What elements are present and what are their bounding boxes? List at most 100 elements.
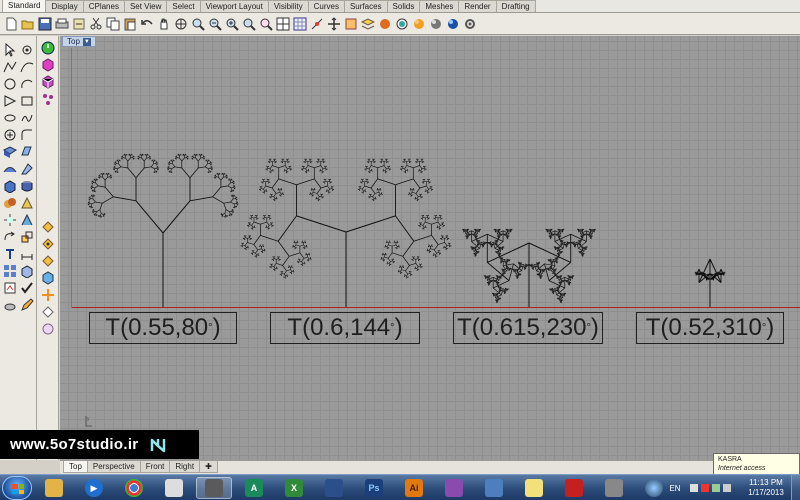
viewport-top[interactable]: T(0.55,80 °) T(0.6,144 °) T(0.615,230 °) T(…	[60, 36, 800, 460]
snap-end-icon[interactable]	[40, 219, 56, 235]
render-settings-icon[interactable]	[2, 297, 18, 313]
cube-faces-icon[interactable]	[40, 74, 56, 90]
polyline-icon[interactable]	[2, 59, 18, 75]
arc-icon[interactable]	[19, 76, 35, 92]
grid-snap-icon[interactable]	[292, 16, 308, 32]
tree-branch	[321, 170, 323, 173]
tab-render[interactable]: Render	[458, 0, 497, 12]
tree-branch	[322, 160, 325, 163]
surface-icon[interactable]	[2, 144, 18, 160]
paste-icon[interactable]	[122, 16, 138, 32]
tab-surfaces[interactable]: Surfaces	[343, 0, 388, 12]
mesh-icon[interactable]	[2, 212, 18, 228]
history-icon[interactable]	[40, 40, 56, 56]
tab-display[interactable]: Display	[45, 0, 84, 12]
boolean-union-icon[interactable]	[2, 195, 18, 211]
tree-branch	[404, 160, 407, 162]
array-icon[interactable]	[2, 263, 18, 279]
cylinder-icon[interactable]	[19, 178, 35, 194]
tab-select[interactable]: Select	[166, 0, 201, 12]
circle-icon[interactable]	[2, 76, 18, 92]
rotate-view-icon[interactable]	[173, 16, 189, 32]
snap-cen-icon[interactable]	[40, 287, 56, 303]
zoom-extents-icon[interactable]	[224, 16, 240, 32]
zoom-window-icon[interactable]	[190, 16, 206, 32]
ellipse-icon[interactable]	[2, 110, 18, 126]
snap-near-icon[interactable]	[40, 236, 56, 252]
select-arrow-icon[interactable]	[2, 42, 18, 58]
tree-branch	[91, 203, 93, 206]
copy-icon[interactable]	[105, 16, 121, 32]
scale-icon[interactable]	[19, 229, 35, 245]
polygon-icon[interactable]	[2, 93, 18, 109]
tree-branch	[141, 154, 143, 157]
new-icon[interactable]	[3, 16, 19, 32]
undo-icon[interactable]	[139, 16, 155, 32]
offset-icon[interactable]	[2, 127, 18, 143]
tree-branch	[387, 252, 393, 259]
tab-standard[interactable]: Standard	[2, 0, 47, 12]
four-views-icon[interactable]	[275, 16, 291, 32]
tree-branch	[263, 185, 266, 190]
snap-mid-icon[interactable]	[40, 270, 56, 286]
extrude-icon[interactable]	[19, 144, 35, 160]
light-icon[interactable]	[428, 16, 444, 32]
block-icon[interactable]	[19, 263, 35, 279]
check-icon[interactable]	[19, 280, 35, 296]
tree-branch	[289, 168, 291, 170]
cube-pink-icon[interactable]	[40, 57, 56, 73]
import-icon[interactable]	[71, 16, 87, 32]
tree-branch	[362, 189, 364, 192]
fillet-icon[interactable]	[19, 127, 35, 143]
options-icon[interactable]	[462, 16, 478, 32]
tree-branch	[148, 157, 150, 159]
zoom-all-icon[interactable]	[258, 16, 274, 32]
pencil-icon[interactable]	[19, 297, 35, 313]
move-icon[interactable]	[326, 16, 342, 32]
tab-drafting[interactable]: Drafting	[495, 0, 536, 12]
cut-icon[interactable]	[88, 16, 104, 32]
tab-meshes[interactable]: Meshes	[419, 0, 460, 12]
tree-branch	[267, 167, 271, 170]
sphere-icon[interactable]	[411, 16, 427, 32]
text-tool-icon[interactable]	[2, 246, 18, 262]
open-icon[interactable]	[20, 16, 36, 32]
box-icon[interactable]	[2, 178, 18, 194]
curve-icon[interactable]	[19, 59, 35, 75]
tree-branch	[92, 189, 95, 191]
snap-perp-icon[interactable]	[40, 321, 56, 337]
tab-solids[interactable]: Solids	[386, 0, 421, 12]
shade-icon[interactable]	[377, 16, 393, 32]
rotate-icon[interactable]	[2, 229, 18, 245]
render-icon[interactable]	[394, 16, 410, 32]
snap-int-icon[interactable]	[40, 304, 56, 320]
point-tool-icon[interactable]	[19, 42, 35, 58]
pan-icon[interactable]	[156, 16, 172, 32]
tree-branch	[277, 215, 297, 242]
material-icon[interactable]	[445, 16, 461, 32]
dimension-icon[interactable]	[19, 246, 35, 262]
tab-curves[interactable]: Curves	[307, 0, 345, 12]
sweep-icon[interactable]	[19, 161, 35, 177]
snap-point-icon[interactable]	[40, 253, 56, 269]
layer-icon[interactable]	[360, 16, 376, 32]
mirror-icon[interactable]	[19, 212, 35, 228]
tree-branch	[314, 165, 321, 169]
zoom-dynamic-icon[interactable]	[207, 16, 223, 32]
boolean-diff-icon[interactable]	[19, 195, 35, 211]
rectangle-icon[interactable]	[19, 93, 35, 109]
tree-branch	[422, 217, 426, 219]
tab-set-view[interactable]: Set View	[123, 0, 168, 12]
loft-icon[interactable]	[2, 161, 18, 177]
save-icon[interactable]	[37, 16, 53, 32]
tab-visibility[interactable]: Visibility	[267, 0, 309, 12]
object-properties-icon[interactable]	[343, 16, 359, 32]
analyze-icon[interactable]	[2, 280, 18, 296]
point-icon[interactable]	[309, 16, 325, 32]
tab-viewport-layout[interactable]: Viewport Layout	[199, 0, 269, 12]
free-form-icon[interactable]	[19, 110, 35, 126]
network-icon[interactable]	[40, 91, 56, 107]
tab-cplanes[interactable]: CPlanes	[82, 0, 125, 12]
zoom-selected-icon[interactable]	[241, 16, 257, 32]
print-icon[interactable]	[54, 16, 70, 32]
